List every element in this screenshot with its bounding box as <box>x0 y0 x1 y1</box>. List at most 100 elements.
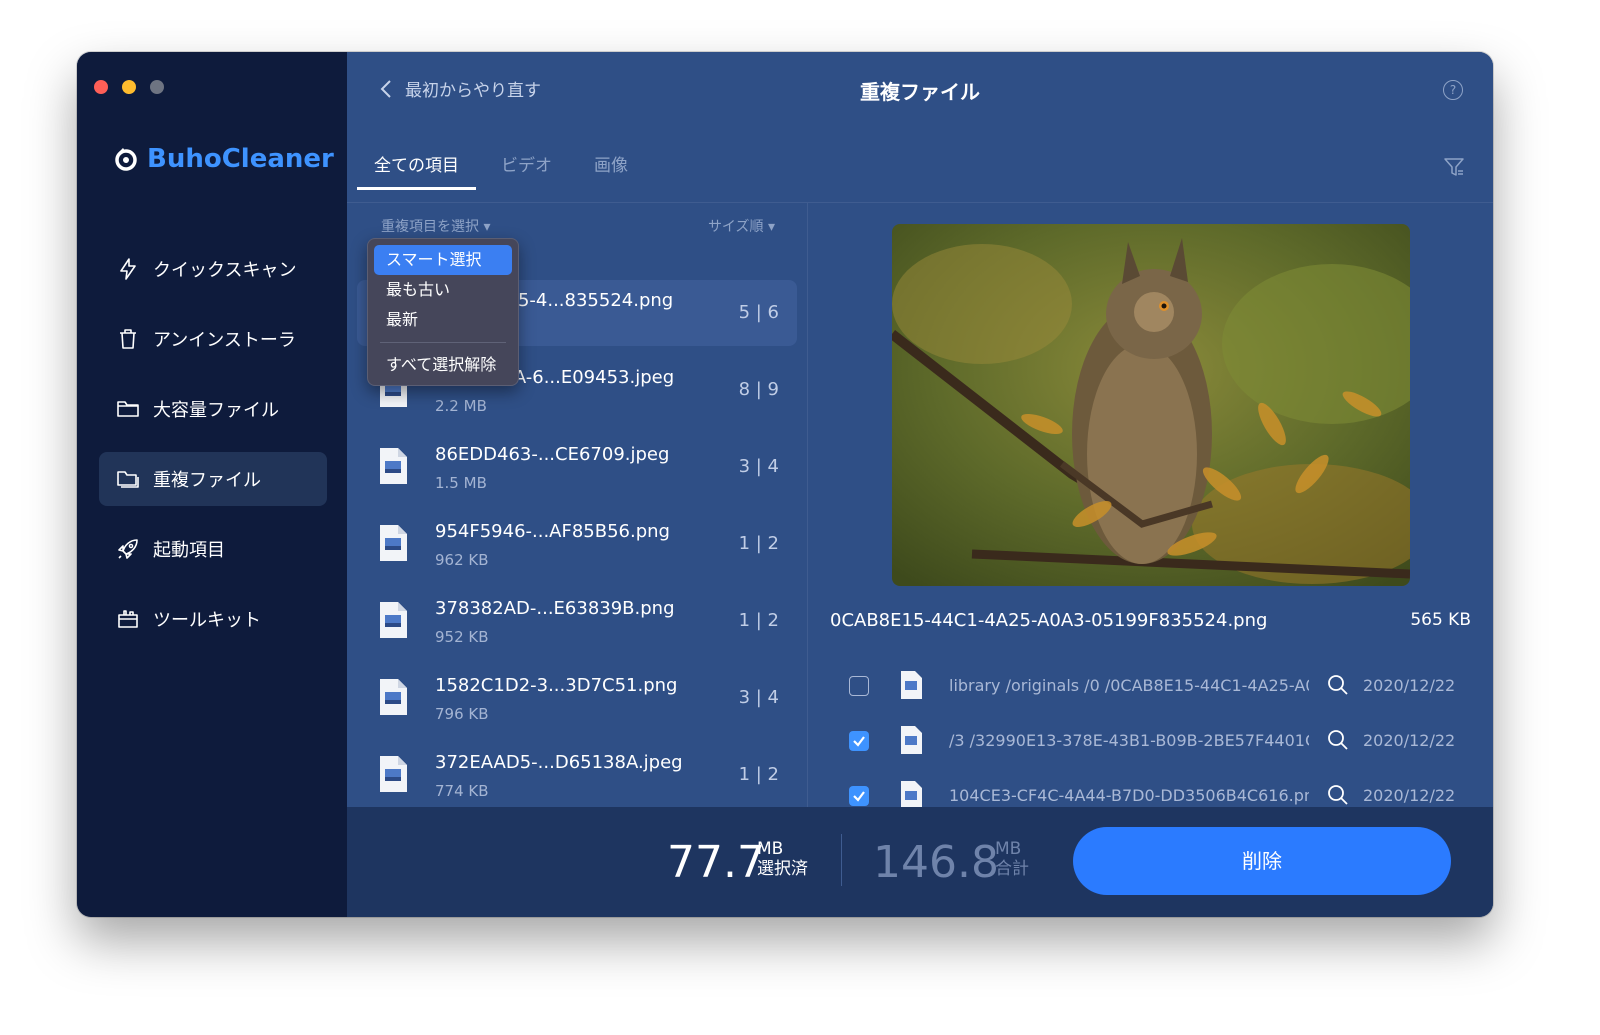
back-label: 最初からやり直す <box>405 81 541 101</box>
sidebar-nav: クイックスキャン アンインストーラ 大容量ファイル 重複ファイル 起動項目 ツー… <box>99 242 327 662</box>
list-item[interactable]: 378382AD-...E63839B.png 952 KB 1 | 2 <box>357 588 797 654</box>
duplicate-count: 8 | 9 <box>738 379 779 400</box>
sidebar-item-large-files[interactable]: 大容量ファイル <box>99 382 327 436</box>
tab-all-items[interactable]: 全ての項目 <box>357 152 476 190</box>
png-file-icon <box>380 525 407 561</box>
search-icon[interactable] <box>1327 784 1349 806</box>
file-name: 372EAAD5-...D65138A.jpeg <box>435 752 683 773</box>
jpeg-file-icon <box>380 448 407 484</box>
total-size-value: 146.8 <box>873 837 999 888</box>
detail-size: 565 KB <box>1410 610 1471 630</box>
filter-icon[interactable] <box>1443 156 1465 178</box>
sidebar-item-toolkit[interactable]: ツールキット <box>99 592 327 646</box>
total-label: 合計 <box>995 859 1029 879</box>
duplicate-count: 3 | 4 <box>738 687 779 708</box>
png-file-icon <box>901 726 922 754</box>
buho-logo-icon <box>115 148 137 171</box>
sidebar-item-uninstaller[interactable]: アンインストーラ <box>99 312 327 366</box>
detail-filename: 0CAB8E15-44C1-4A25-A0A3-05199F835524.png <box>830 610 1268 631</box>
file-date: 2020/12/22 <box>1363 786 1456 805</box>
duplicate-count: 5 | 6 <box>738 302 779 323</box>
file-size: 774 KB <box>435 782 489 800</box>
zoom-window-button[interactable] <box>150 80 164 94</box>
file-path-row: 104CE3-CF4C-4A44-B7D0-DD3506B4C616.pn 20… <box>847 777 1477 807</box>
select-duplicates-menu[interactable]: 重複項目を選択 ▾ <box>381 216 490 236</box>
menu-item-newest[interactable]: 最新 <box>374 305 512 335</box>
file-size: 2.2 MB <box>435 397 487 415</box>
folder-icon <box>115 396 141 422</box>
file-path: 104CE3-CF4C-4A44-B7D0-DD3506B4C616.pn <box>949 786 1309 805</box>
file-size: 1.5 MB <box>435 474 487 492</box>
file-size: 952 KB <box>435 628 489 646</box>
back-button[interactable]: 最初からやり直す <box>377 76 541 101</box>
owl-photo <box>892 224 1410 586</box>
app-logo: BuhoCleaner <box>113 144 334 174</box>
file-size: 962 KB <box>435 551 489 569</box>
duplicate-count: 3 | 4 <box>738 456 779 477</box>
total-size-unit: MB 合計 <box>995 839 1029 879</box>
file-size: 796 KB <box>435 705 489 723</box>
total-unit: MB <box>995 839 1022 859</box>
header-divider <box>347 202 1493 203</box>
sort-menu[interactable]: サイズ順 ▾ <box>708 216 775 236</box>
sidebar-item-duplicate-files[interactable]: 重複ファイル <box>99 452 327 506</box>
jpeg-file-icon <box>380 756 407 792</box>
file-checkbox[interactable] <box>849 786 869 806</box>
image-preview <box>892 224 1410 586</box>
menu-item-deselect-all[interactable]: すべて選択解除 <box>374 350 512 380</box>
png-file-icon <box>901 781 922 807</box>
sidebar-item-label: アンインストーラ <box>153 330 296 351</box>
file-name: 1582C1D2-3...3D7C51.png <box>435 675 678 696</box>
file-date: 2020/12/22 <box>1363 676 1456 695</box>
sidebar-item-label: ツールキット <box>153 610 261 631</box>
app-window: BuhoCleaner クイックスキャン アンインストーラ 大容量ファイル 重複… <box>77 52 1493 917</box>
selected-size-unit: MB 選択済 <box>757 839 808 879</box>
pane-divider <box>807 202 808 807</box>
selected-size-value: 77.7 <box>667 837 765 888</box>
footer-divider <box>841 834 842 886</box>
menu-item-smart-select[interactable]: スマート選択 <box>374 245 512 275</box>
sidebar-item-login-items[interactable]: 起動項目 <box>99 522 327 576</box>
png-file-icon <box>901 671 922 699</box>
duplicate-folder-icon <box>115 466 141 492</box>
file-name: 954F5946-...AF85B56.png <box>435 521 670 542</box>
delete-button[interactable]: 削除 <box>1073 827 1451 895</box>
png-file-icon <box>380 602 407 638</box>
menu-item-oldest[interactable]: 最も古い <box>374 275 512 305</box>
tab-video[interactable]: ビデオ <box>484 152 569 190</box>
duplicate-count: 1 | 2 <box>738 764 779 785</box>
checkmark-icon <box>853 736 865 747</box>
lightning-icon <box>115 256 141 282</box>
selected-label: 選択済 <box>757 859 808 879</box>
minimize-window-button[interactable] <box>122 80 136 94</box>
search-icon[interactable] <box>1327 729 1349 751</box>
tab-images[interactable]: 画像 <box>577 152 645 190</box>
file-path-row: /3 /32990E13-378E-43B1-B09B-2BE57F4401C … <box>847 722 1477 762</box>
list-item[interactable]: 1582C1D2-3...3D7C51.png 796 KB 3 | 4 <box>357 665 797 731</box>
file-name: 86EDD463-...CE6709.jpeg <box>435 444 670 465</box>
close-window-button[interactable] <box>94 80 108 94</box>
file-checkbox[interactable] <box>849 731 869 751</box>
file-name: 378382AD-...E63839B.png <box>435 598 675 619</box>
list-item[interactable]: 86EDD463-...CE6709.jpeg 1.5 MB 3 | 4 <box>357 434 797 500</box>
png-file-icon <box>380 679 407 715</box>
sidebar-item-quick-scan[interactable]: クイックスキャン <box>99 242 327 296</box>
file-date: 2020/12/22 <box>1363 731 1456 750</box>
chevron-left-icon <box>380 79 391 98</box>
toolkit-icon <box>115 606 141 632</box>
tab-bar: 全ての項目 ビデオ 画像 <box>357 152 653 190</box>
trash-icon <box>115 326 141 352</box>
list-item[interactable]: 954F5946-...AF85B56.png 962 KB 1 | 2 <box>357 511 797 577</box>
sidebar-item-label: 重複ファイル <box>153 470 261 491</box>
sidebar: BuhoCleaner クイックスキャン アンインストーラ 大容量ファイル 重複… <box>77 52 347 917</box>
file-checkbox[interactable] <box>849 676 869 696</box>
help-icon[interactable]: ? <box>1443 80 1463 100</box>
list-item[interactable]: 372EAAD5-...D65138A.jpeg 774 KB 1 | 2 <box>357 742 797 807</box>
file-path: /3 /32990E13-378E-43B1-B09B-2BE57F4401C <box>949 731 1309 750</box>
menu-separator <box>380 342 506 343</box>
brand-name: BuhoCleaner <box>147 144 334 174</box>
list-header: 重複項目を選択 ▾ サイズ順 ▾ <box>381 216 775 236</box>
select-duplicates-dropdown: スマート選択 最も古い 最新 すべて選択解除 <box>367 238 519 386</box>
search-icon[interactable] <box>1327 674 1349 696</box>
duplicate-count: 1 | 2 <box>738 533 779 554</box>
